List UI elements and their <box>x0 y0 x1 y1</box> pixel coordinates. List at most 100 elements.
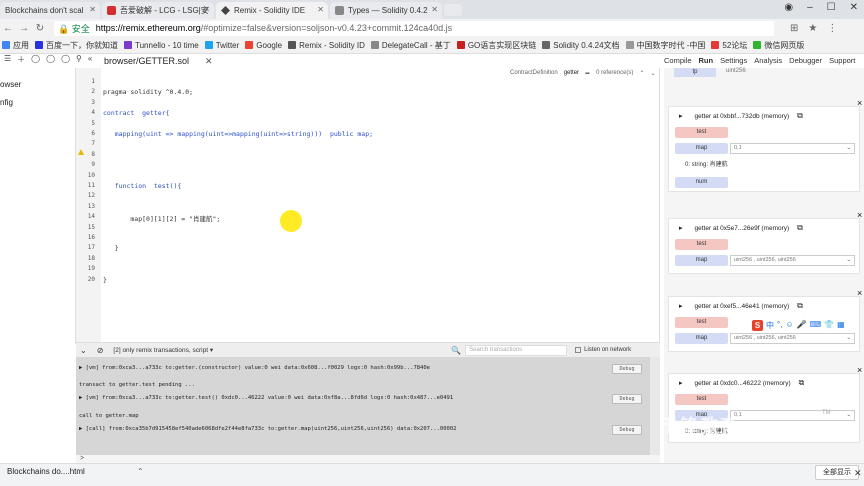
function-button-map[interactable]: map <box>675 143 728 154</box>
browser-tab-3[interactable]: Types — Solidity 0.4.2 ✕ <box>330 2 442 19</box>
chevron-down-icon[interactable]: ⌄ <box>846 334 851 343</box>
mic-icon[interactable]: 🎤 <box>797 320 807 331</box>
function-args-input[interactable]: 0,1 ⌄ <box>730 143 855 154</box>
close-icon[interactable]: ✕ <box>317 5 324 14</box>
back-icon[interactable]: ← <box>0 23 16 34</box>
remove-contract-icon[interactable]: × <box>857 365 862 375</box>
listen-checkbox[interactable] <box>575 347 582 353</box>
search-transactions-input[interactable]: Search transactions <box>465 344 568 356</box>
function-args-input[interactable]: uint256 , uint256, uint256 ⌄ <box>730 255 855 266</box>
terminal-log-line[interactable]: ▶ [vm] from:0xca3...a733c to:getter.test… <box>79 395 453 401</box>
clear-icon[interactable]: ⊘ <box>97 346 104 355</box>
terminal-log-line[interactable]: call to getter.map <box>79 413 139 419</box>
copy-icon[interactable]: ⧉ <box>797 111 803 121</box>
explorer-item-config[interactable]: nfig <box>0 98 13 107</box>
terminal-log-line[interactable]: ▶ [call] from:0xca35b7d915458ef540ade606… <box>79 426 457 432</box>
browser-tab-2[interactable]: Remix - Solidity IDE ✕ <box>216 2 328 19</box>
bookmark-item[interactable]: Twitter <box>204 41 246 50</box>
contract-title[interactable]: ▸ getter at 0xbbf...732db (memory) ⧉ <box>669 111 861 121</box>
caret-icon[interactable]: ▸ <box>679 302 683 310</box>
star-icon[interactable]: ★ <box>808 23 817 34</box>
collapse-icon[interactable]: ⌄ <box>80 346 87 355</box>
bookmark-item[interactable]: Tunnello - 10 time <box>124 41 205 50</box>
reload-icon[interactable]: ↻ <box>32 23 48 34</box>
terminal-log-line[interactable]: transact to getter.test pending ... <box>79 382 195 388</box>
bookmark-item[interactable]: 中国数字时代 -中国 <box>625 40 712 51</box>
bookmark-item[interactable]: Remix - Solidity ID <box>288 41 371 50</box>
menu-icon[interactable]: ⋮ <box>827 23 837 34</box>
editor-file-tab[interactable]: browser/GETTER.sol ✕ <box>104 56 213 67</box>
bookmark-item[interactable]: GO语言实现区块链 <box>456 40 542 51</box>
remove-contract-icon[interactable]: × <box>857 210 862 220</box>
close-icon[interactable]: ✕ <box>89 5 96 14</box>
close-icon[interactable]: ✕ <box>205 56 213 66</box>
function-button-map[interactable]: map <box>675 333 728 344</box>
close-window-icon[interactable]: ✕ <box>850 2 858 13</box>
chevron-down-icon[interactable]: ⌄ <box>846 256 851 265</box>
chevron-down-icon[interactable]: ⌄ <box>846 411 851 420</box>
explorer-item-browser[interactable]: owser <box>0 80 21 89</box>
bookmark-item[interactable]: DelegateCall - 基丁 <box>370 40 457 51</box>
terminal-input[interactable]: > <box>76 455 660 463</box>
copy-icon[interactable]: ⧉ <box>797 223 803 233</box>
function-button-test[interactable]: test <box>675 317 728 328</box>
bookmark-item[interactable]: 微信网页版 <box>753 40 810 51</box>
chevron-down-icon[interactable]: ⌄ <box>846 144 851 153</box>
new-tab-button[interactable] <box>444 4 462 16</box>
function-button-test[interactable]: test <box>675 127 728 138</box>
debug-button[interactable]: Debug <box>612 425 642 435</box>
contract-title[interactable]: ▸ getter at 0xdc0...46222 (memory) ⧉ <box>669 378 861 388</box>
copy-icon[interactable]: ⧉ <box>797 301 803 311</box>
copy-icon[interactable]: ⧉ <box>799 378 805 388</box>
contract-title[interactable]: ▸ getter at 0xef5...46e41 (memory) ⧉ <box>669 301 861 311</box>
caret-icon[interactable]: ▸ <box>679 224 683 232</box>
terminal-filter-select[interactable]: [2] only remix transactions, script ▾ <box>113 346 213 354</box>
minimize-icon[interactable]: – <box>807 2 813 13</box>
show-all-button[interactable]: 全部显示 <box>815 465 859 480</box>
terminal-log-line[interactable]: ▶ [vm] from:0xca3...a733c to:getter.(con… <box>79 365 430 371</box>
close-icon[interactable]: ✕ <box>431 5 438 14</box>
tp-input[interactable]: uint256 <box>726 68 746 74</box>
terminal-scrollbar[interactable] <box>650 357 660 455</box>
forward-icon[interactable]: → <box>16 23 32 34</box>
function-button-test[interactable]: test <box>675 394 728 405</box>
ime-label[interactable]: 中 <box>766 320 774 331</box>
up-icon[interactable]: ⌃ <box>639 70 644 77</box>
keyboard-icon[interactable]: ⌨ <box>810 320 822 331</box>
tp-button[interactable]: tp <box>674 68 716 77</box>
browser-tab-0[interactable]: Blockchains don't scal ✕ <box>0 2 100 19</box>
url-input[interactable]: 🔒 安全 https://remix.ethereum.org/#optimiz… <box>54 20 774 36</box>
copy-icon[interactable]: ◯ <box>61 54 70 65</box>
function-args-input[interactable]: uint256 , uint256, uint256 ⌄ <box>730 333 855 344</box>
function-button-map[interactable]: map <box>675 255 728 266</box>
debug-button[interactable]: Debug <box>612 394 642 404</box>
user-icon[interactable]: 👕 <box>824 320 834 331</box>
tab-settings[interactable]: Settings <box>720 56 747 65</box>
tab-debugger[interactable]: Debugger <box>789 56 822 65</box>
caret-icon[interactable]: ▸ <box>679 379 683 387</box>
down-icon[interactable]: ⌄ <box>650 70 655 77</box>
caret-icon[interactable]: ▸ <box>679 112 683 120</box>
new-file-icon[interactable]: ＋ <box>17 54 25 65</box>
sogou-icon[interactable]: S <box>752 320 763 331</box>
function-button-test[interactable]: test <box>675 239 728 250</box>
bookmark-item[interactable]: Google <box>245 41 288 50</box>
close-icon[interactable]: ✕ <box>854 468 862 479</box>
bookmark-item[interactable]: 百度一下，你就知道 <box>35 40 124 51</box>
punct-icon[interactable]: °, <box>777 320 782 331</box>
bookmark-item[interactable]: 应用 <box>2 40 35 51</box>
download-item[interactable]: Blockchains do....html ⌃ <box>7 467 144 476</box>
browser-tab-1[interactable]: 吾爱破解 - LCG - LSG|安 ✕ <box>102 2 214 19</box>
goto-icon[interactable]: ➦ <box>585 70 590 77</box>
remove-contract-icon[interactable]: × <box>857 288 862 298</box>
publish-icon[interactable]: ◯ <box>46 54 55 65</box>
left-arrow-icon[interactable]: « <box>88 54 92 65</box>
tab-run[interactable]: Run <box>699 56 714 65</box>
contract-title[interactable]: ▸ getter at 0x5e7...26e9f (memory) ⧉ <box>669 223 861 233</box>
menu-icon[interactable]: ☰ <box>4 54 11 65</box>
github-icon[interactable]: ◯ <box>31 54 40 65</box>
tab-support[interactable]: Support <box>829 56 855 65</box>
grid-icon[interactable]: ▦ <box>837 320 845 331</box>
tab-analysis[interactable]: Analysis <box>754 56 782 65</box>
bookmark-item[interactable]: Solidity 0.4.24文档 <box>542 40 625 51</box>
